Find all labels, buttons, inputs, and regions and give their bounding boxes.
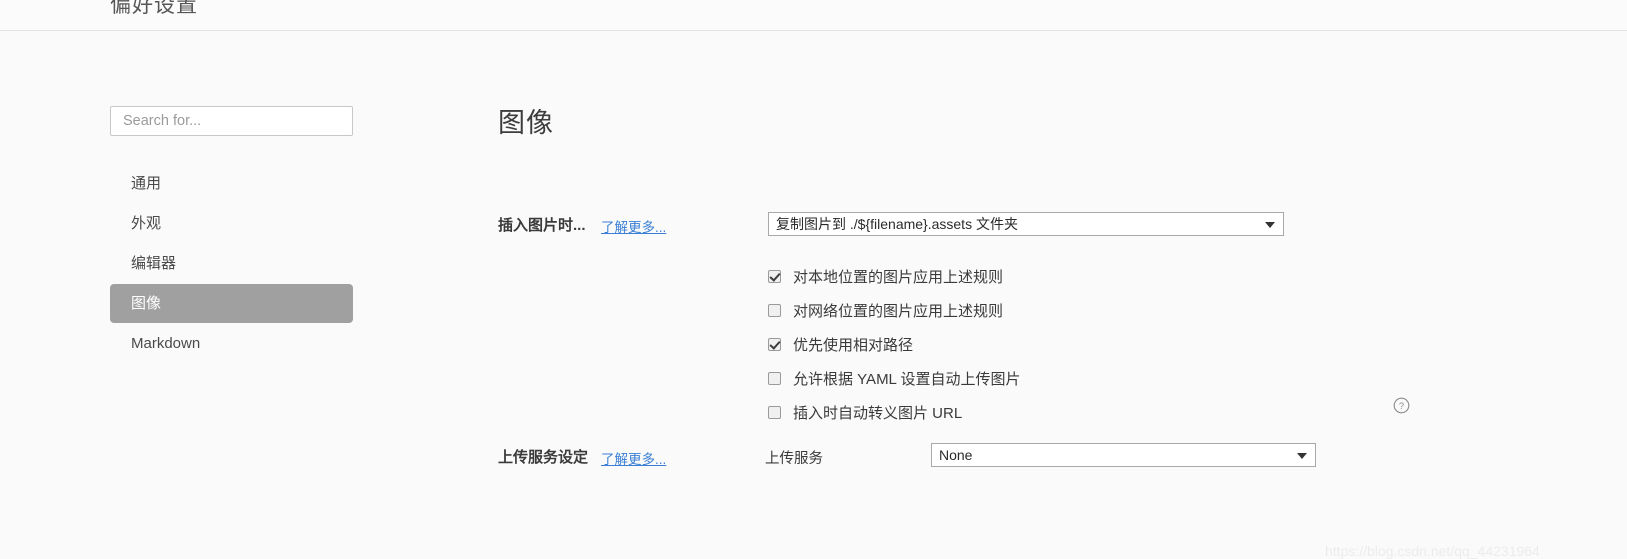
checkbox-row-yaml-auto-upload[interactable]: 允许根据 YAML 设置自动上传图片 [768,361,1021,395]
checkbox-yaml-auto-upload[interactable] [768,371,781,385]
checkbox-row-local-images[interactable]: 对本地位置的图片应用上述规则 [768,259,1021,293]
checkbox-row-network-images[interactable]: 对网络位置的图片应用上述规则 [768,293,1021,327]
upload-service-field-label: 上传服务 [765,451,823,467]
upload-service-select[interactable]: None [931,443,1316,467]
upload-service-learn-more-link[interactable]: 了解更多... [601,448,666,468]
upload-service-section-label: 上传服务设定 [498,449,589,466]
chevron-down-icon [1297,453,1307,459]
help-circle-icon[interactable]: ? [1393,397,1410,414]
checkbox-row-relative-path[interactable]: 优先使用相对路径 [768,327,1021,361]
checkbox-escape-url[interactable] [768,405,781,419]
insert-image-action-select[interactable]: 复制图片到 ./${filename}.assets 文件夹 [768,212,1284,236]
svg-text:?: ? [1399,401,1404,411]
checkbox-label: 允许根据 YAML 设置自动上传图片 [793,370,1021,388]
checkbox-network-images[interactable] [768,303,781,317]
checkbox-relative-path[interactable] [768,337,781,351]
preferences-content: 通用 外观 编辑器 图像 Markdown 图像 插入图片时... 了解更多..… [0,31,1627,559]
checkbox-label: 插入时自动转义图片 URL [793,404,963,422]
insert-image-options-list: 对本地位置的图片应用上述规则 对网络位置的图片应用上述规则 优先使用相对路径 允… [768,259,1021,429]
checkbox-label: 对本地位置的图片应用上述规则 [793,268,1004,286]
insert-image-learn-more-link[interactable]: 了解更多... [601,216,666,236]
checkbox-row-escape-url[interactable]: 插入时自动转义图片 URL [768,395,1021,429]
insert-image-action-value: 复制图片到 ./${filename}.assets 文件夹 [776,216,1018,232]
checkbox-label: 对网络位置的图片应用上述规则 [793,302,1004,320]
upload-service-value: None [939,447,973,463]
page-title: 图像 [498,108,554,138]
main-panel: 图像 插入图片时... 了解更多... 复制图片到 ./${filename}.… [0,31,1627,557]
insert-image-section-label: 插入图片时... [498,217,586,234]
checkbox-local-images[interactable] [768,269,781,283]
chevron-down-icon [1265,222,1275,228]
window-titlebar: 偏好设置 [0,0,1627,31]
checkbox-label: 优先使用相对路径 [793,336,914,354]
window-title: 偏好设置 [110,0,198,17]
